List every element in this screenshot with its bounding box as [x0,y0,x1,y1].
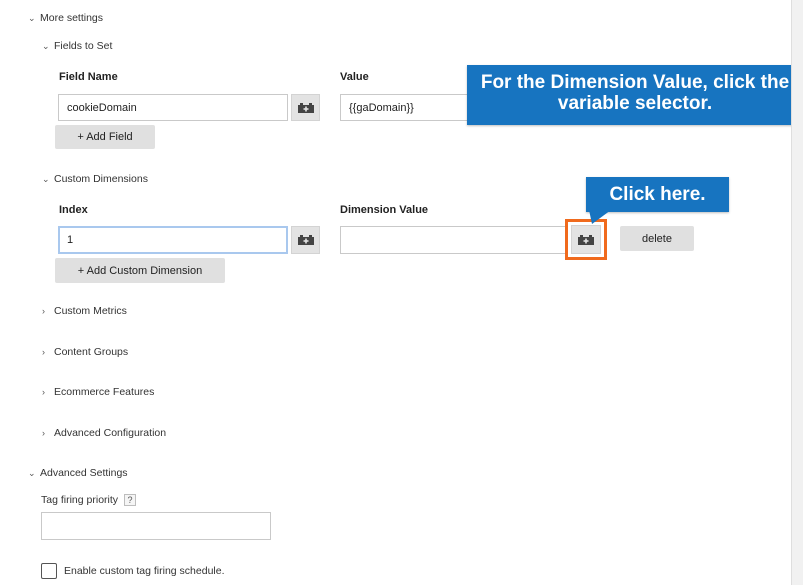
chevron-down-icon: ⌄ [42,41,50,51]
section-fields-to-set[interactable]: ⌄ Fields to Set [42,40,112,52]
add-custom-dimension-button[interactable]: + Add Custom Dimension [55,258,225,283]
section-advanced-configuration[interactable]: › Advanced Configuration [42,427,166,439]
dimension-value-variable-button[interactable] [571,225,601,254]
custom-schedule-label: Enable custom tag firing schedule. [64,565,225,577]
variable-selector-icon [297,235,314,245]
help-icon[interactable]: ? [124,494,137,506]
value-input[interactable]: {{gaDomain}} [340,94,468,121]
chevron-right-icon: › [42,347,45,357]
tag-firing-priority-input[interactable] [41,512,271,540]
tag-firing-priority-label: Tag firing priority [41,494,119,506]
section-custom-dimensions[interactable]: ⌄ Custom Dimensions [42,173,148,185]
chevron-right-icon: › [42,306,45,316]
chevron-right-icon: › [42,387,45,397]
tag-firing-priority-row: Tag firing priority ? [41,494,137,506]
add-field-button[interactable]: + Add Field [55,125,155,149]
chevron-down-icon: ⌄ [42,174,50,184]
variable-selector-icon [578,234,594,245]
variable-selector-icon [297,102,314,113]
section-more-settings[interactable]: ⌄ More settings [28,12,103,24]
field-name-variable-button[interactable] [291,94,320,121]
section-advanced-settings[interactable]: ⌄ Advanced Settings [28,467,128,479]
chevron-down-icon: ⌄ [28,468,36,478]
section-content-groups[interactable]: › Content Groups [42,346,128,358]
click-here-callout: Click here. [586,177,729,212]
section-custom-metrics[interactable]: › Custom Metrics [42,305,127,317]
delete-button[interactable]: delete [620,226,694,251]
index-variable-button[interactable] [291,226,320,254]
index-header: Index [59,204,88,216]
dimension-value-header: Dimension Value [340,204,429,216]
chevron-down-icon: ⌄ [28,13,36,23]
click-here-callout-pointer [589,210,611,224]
custom-schedule-checkbox[interactable] [41,563,57,579]
click-here-text: Click here. [609,184,706,205]
instruction-callout: For the Dimension Value, click the varia… [467,65,803,125]
section-ecommerce-features[interactable]: › Ecommerce Features [42,386,154,398]
field-name-input[interactable]: cookieDomain [58,94,288,121]
index-input[interactable]: 1 [58,226,288,254]
instruction-callout-text: For the Dimension Value, click the varia… [480,72,790,114]
dimension-value-input[interactable] [340,226,566,254]
field-name-header: Field Name [59,71,118,83]
value-header: Value [340,71,369,83]
chevron-right-icon: › [42,428,45,438]
scrollbar[interactable] [791,0,803,585]
